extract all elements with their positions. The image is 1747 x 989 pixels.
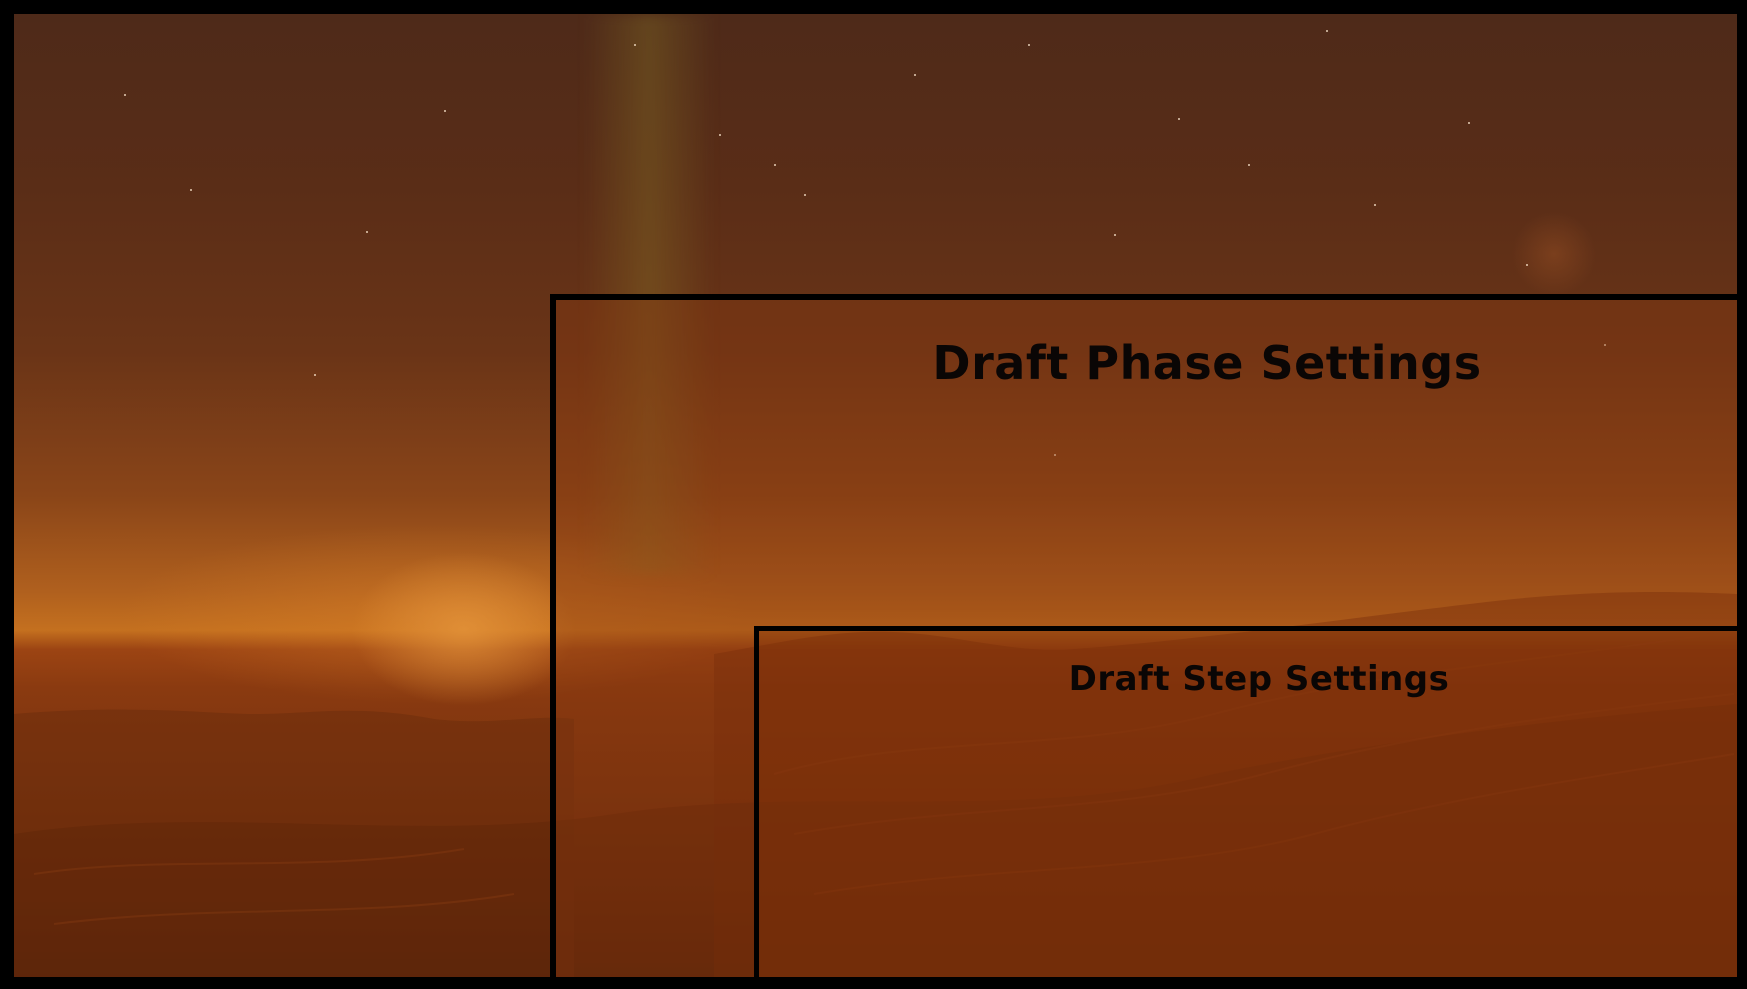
draft-phase-settings-title: Draft Phase Settings [932,336,1482,390]
star [1028,44,1030,46]
star [804,194,806,196]
screen-frame: Draft Phase Settings Draft Step Settings [0,0,1747,989]
star [444,110,446,112]
draft-step-settings-panel: Draft Step Settings [754,626,1737,977]
star [774,164,776,166]
star [1468,122,1470,124]
star [124,94,126,96]
star [634,44,636,46]
star [1178,118,1180,120]
star [1248,164,1250,166]
star [719,134,721,136]
draft-step-settings-title: Draft Step Settings [1068,659,1450,699]
star [190,189,192,191]
star [1526,264,1528,266]
star [1326,30,1328,32]
star [914,74,916,76]
star [366,231,368,233]
star [1114,234,1116,236]
star [314,374,316,376]
star [1374,204,1376,206]
